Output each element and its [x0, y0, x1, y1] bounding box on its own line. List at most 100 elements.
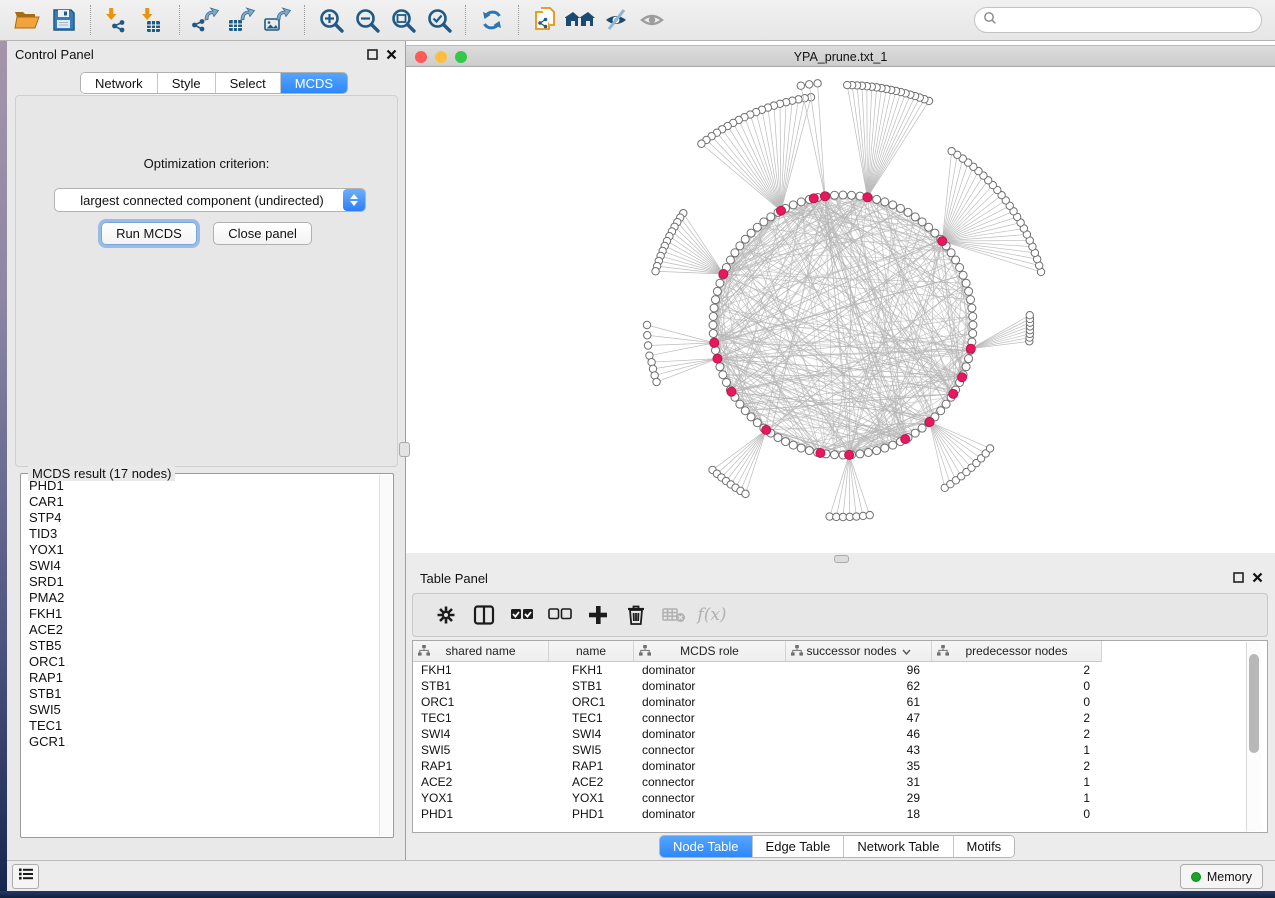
cell[interactable]: connector — [634, 774, 786, 790]
cell[interactable]: ACE2 — [549, 774, 634, 790]
network-node[interactable] — [805, 447, 813, 455]
cell[interactable]: 0 — [932, 806, 1102, 822]
table-row[interactable]: SWI5SWI5connector431 — [413, 742, 1239, 758]
mcds-node[interactable] — [901, 435, 910, 444]
mcds-result-scrollbar[interactable] — [379, 475, 392, 836]
network-node[interactable] — [741, 235, 749, 243]
network-node[interactable] — [719, 371, 727, 379]
mcds-node[interactable] — [958, 373, 967, 382]
close-table-panel-icon[interactable] — [1252, 570, 1263, 588]
network-node[interactable] — [889, 441, 897, 449]
network-node[interactable] — [830, 191, 838, 199]
network-node[interactable] — [753, 223, 761, 231]
table-scrollbar-thumb[interactable] — [1249, 654, 1259, 753]
mcds-node[interactable] — [863, 193, 872, 202]
network-node[interactable] — [947, 249, 955, 257]
network-node[interactable] — [942, 400, 950, 408]
network-node[interactable] — [959, 271, 967, 279]
cell[interactable]: 0 — [932, 694, 1102, 710]
mcds-node[interactable] — [809, 194, 818, 203]
mcds-node[interactable] — [925, 417, 934, 426]
network-node[interactable] — [925, 223, 933, 231]
cell[interactable]: ACE2 — [413, 774, 549, 790]
cell[interactable]: connector — [634, 710, 786, 726]
mcds-node[interactable] — [949, 389, 958, 398]
network-node[interactable] — [896, 204, 904, 212]
tab-mcds[interactable]: MCDS — [280, 73, 347, 93]
leaf-node[interactable] — [644, 332, 651, 339]
cell[interactable]: 35 — [786, 758, 932, 774]
horizontal-splitter[interactable] — [406, 553, 1275, 565]
optimization-criterion-dropdown[interactable]: largest connected component (undirected) — [54, 188, 366, 212]
memory-button[interactable]: Memory — [1180, 864, 1263, 889]
leaf-node[interactable] — [652, 268, 659, 275]
open-session-icon[interactable] — [10, 3, 46, 37]
network-node[interactable] — [965, 287, 973, 295]
cell[interactable]: connector — [634, 790, 786, 806]
cell[interactable]: 2 — [932, 758, 1102, 774]
mcds-result-item[interactable]: SRD1 — [22, 574, 378, 590]
leaf-node[interactable] — [742, 490, 749, 497]
network-node[interactable] — [741, 407, 749, 415]
tab-edge-table[interactable]: Edge Table — [752, 836, 844, 857]
mcds-result-item[interactable]: FKH1 — [22, 606, 378, 622]
mcds-result-item[interactable]: ACE2 — [22, 622, 378, 638]
table-row[interactable]: SWI4SWI4dominator462 — [413, 726, 1239, 742]
mcds-node[interactable] — [719, 269, 728, 278]
cell[interactable]: YOX1 — [549, 790, 634, 806]
network-node[interactable] — [711, 296, 719, 304]
zoom-in-icon[interactable] — [313, 3, 349, 37]
cell[interactable]: PHD1 — [413, 806, 549, 822]
mcds-result-item[interactable]: STP4 — [22, 510, 378, 526]
mcds-node[interactable] — [966, 344, 975, 353]
mcds-result-item[interactable]: CAR1 — [22, 494, 378, 510]
network-node[interactable] — [753, 419, 761, 427]
network-node[interactable] — [889, 201, 897, 209]
export-network-icon[interactable] — [188, 3, 224, 37]
zoom-fit-icon[interactable] — [385, 3, 421, 37]
cell[interactable]: ORC1 — [549, 694, 634, 710]
network-node[interactable] — [716, 363, 724, 371]
mcds-node[interactable] — [776, 206, 785, 215]
cell[interactable]: 0 — [932, 678, 1102, 694]
column-header-successor-nodes[interactable]: successor nodes — [786, 641, 932, 662]
table-row[interactable]: ORC1ORC1dominator610 — [413, 694, 1239, 710]
network-node[interactable] — [969, 321, 977, 329]
cell[interactable]: 29 — [786, 790, 932, 806]
table-settings-icon[interactable] — [427, 597, 465, 633]
network-node[interactable] — [918, 424, 926, 432]
cell[interactable]: SWI5 — [549, 742, 634, 758]
network-node[interactable] — [830, 451, 838, 459]
mcds-result-item[interactable]: RAP1 — [22, 670, 378, 686]
network-node[interactable] — [848, 191, 856, 199]
network-node[interactable] — [969, 312, 977, 320]
mcds-node[interactable] — [816, 449, 825, 458]
tab-network[interactable]: Network — [81, 73, 157, 93]
network-node[interactable] — [967, 296, 975, 304]
network-node[interactable] — [767, 213, 775, 221]
network-node[interactable] — [873, 447, 881, 455]
zoom-selected-icon[interactable] — [421, 3, 457, 37]
table-row[interactable]: ACE2ACE2connector311 — [413, 774, 1239, 790]
network-node[interactable] — [747, 229, 755, 237]
cell[interactable]: 2 — [932, 726, 1102, 742]
network-node[interactable] — [911, 429, 919, 437]
cell[interactable]: dominator — [634, 726, 786, 742]
cell[interactable]: SWI4 — [549, 726, 634, 742]
leaf-node[interactable] — [797, 82, 804, 89]
search-box[interactable] — [974, 7, 1262, 33]
cell[interactable]: 1 — [932, 790, 1102, 806]
network-node[interactable] — [710, 304, 718, 312]
show-columns-icon[interactable] — [465, 597, 503, 633]
vertical-splitter-handle[interactable] — [399, 442, 410, 457]
column-header-shared-name[interactable]: shared name — [413, 641, 549, 662]
leaf-node[interactable] — [948, 147, 955, 154]
network-node[interactable] — [962, 279, 970, 287]
cell[interactable]: 96 — [786, 662, 932, 678]
leaf-node[interactable] — [643, 321, 650, 328]
network-node[interactable] — [969, 330, 977, 338]
table-scrollbar[interactable] — [1246, 642, 1261, 831]
cell[interactable]: 47 — [786, 710, 932, 726]
tab-node-table[interactable]: Node Table — [660, 836, 752, 857]
export-image-icon[interactable] — [260, 3, 296, 37]
